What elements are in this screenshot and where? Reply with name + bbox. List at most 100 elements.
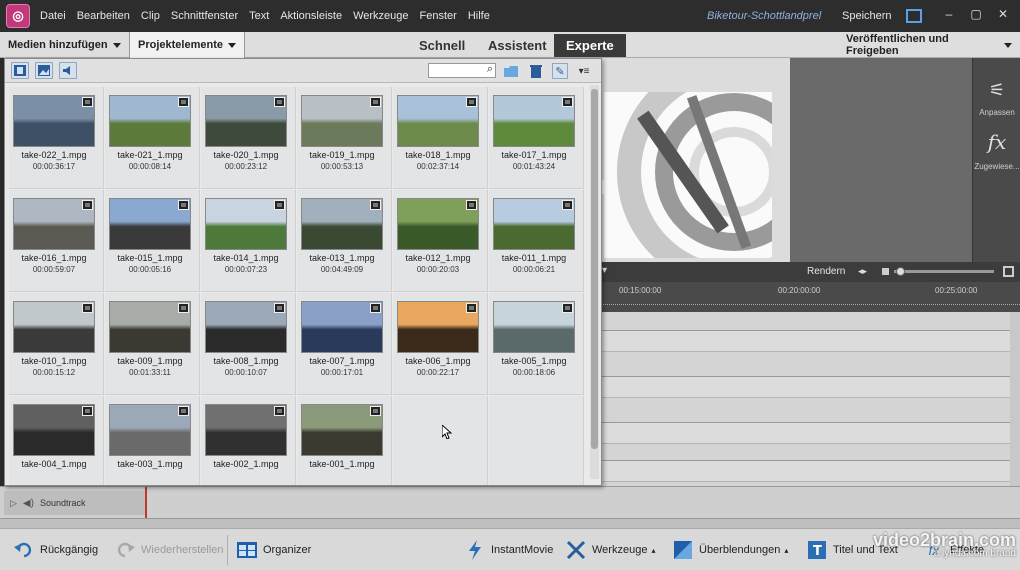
media-thumbnail[interactable]	[301, 95, 383, 147]
media-thumbnail[interactable]	[109, 301, 191, 353]
media-item[interactable]: take-013_1.mpg 00:04:49:09	[297, 190, 392, 292]
close-icon[interactable]: ✕	[995, 6, 1011, 22]
media-item[interactable]: take-021_1.mpg 00:00:08:14	[105, 87, 200, 189]
zoom-fit-icon[interactable]: ◂▸	[858, 266, 867, 277]
media-item[interactable]: take-007_1.mpg 00:00:17:01	[297, 293, 392, 395]
redo-button[interactable]: Wiederherstellen	[115, 529, 224, 570]
menu-bearbeiten[interactable]: Bearbeiten	[77, 10, 130, 22]
fullscreen-icon[interactable]	[906, 9, 922, 23]
media-thumbnail[interactable]	[397, 198, 479, 250]
media-thumbnail[interactable]	[301, 198, 383, 250]
media-item[interactable]: take-009_1.mpg 00:01:33:11	[105, 293, 200, 395]
tools-button[interactable]: Werkzeuge ▴	[566, 529, 655, 570]
filter-audio-button[interactable]	[59, 62, 77, 79]
media-item[interactable]: take-018_1.mpg 00:02:37:14	[393, 87, 488, 189]
media-thumbnail[interactable]	[205, 301, 287, 353]
adjust-icon[interactable]: ⚟	[973, 80, 1020, 101]
media-item[interactable]: take-003_1.mpg	[105, 396, 200, 485]
media-item[interactable]: take-014_1.mpg 00:00:07:23	[201, 190, 296, 292]
media-thumbnail[interactable]	[13, 301, 95, 353]
zoom-in-icon[interactable]	[1003, 266, 1014, 277]
media-item[interactable]: take-017_1.mpg 00:01:43:24	[489, 87, 584, 189]
media-item[interactable]: take-020_1.mpg 00:00:23:12	[201, 87, 296, 189]
media-thumbnail[interactable]	[13, 198, 95, 250]
media-thumbnail[interactable]	[397, 95, 479, 147]
add-media-button[interactable]: Medien hinzufügen	[0, 32, 129, 58]
media-thumbnail[interactable]	[205, 404, 287, 456]
minimize-icon[interactable]: –	[941, 6, 957, 22]
project-assets-button[interactable]: Projektelemente	[129, 32, 245, 58]
search-icon[interactable]: ⌕	[487, 63, 493, 76]
timeline-track[interactable]	[600, 422, 1010, 444]
tab-assistent[interactable]: Assistent	[476, 34, 559, 57]
media-item[interactable]: take-004_1.mpg	[9, 396, 104, 485]
media-thumbnail[interactable]	[397, 301, 479, 353]
media-item[interactable]: take-006_1.mpg 00:00:22:17	[393, 293, 488, 395]
media-thumbnail[interactable]	[13, 404, 95, 456]
menu-fenster[interactable]: Fenster	[420, 10, 457, 22]
timeline-scrollbar[interactable]	[1010, 312, 1020, 486]
media-item[interactable]: take-012_1.mpg 00:00:20:03	[393, 190, 488, 292]
marker-icon[interactable]: ▾	[602, 265, 607, 276]
tab-experte[interactable]: Experte	[554, 34, 626, 57]
menu-text[interactable]: Text	[249, 10, 269, 22]
soundtrack-header[interactable]: ▷ ◀) Soundtrack	[4, 491, 145, 515]
media-thumbnail[interactable]	[205, 95, 287, 147]
speaker-icon[interactable]: ◀)	[23, 498, 34, 509]
timeline-horizontal-scrollbar[interactable]	[0, 518, 1020, 528]
media-item[interactable]: take-019_1.mpg 00:00:53:13	[297, 87, 392, 189]
media-thumbnail[interactable]	[109, 95, 191, 147]
render-button[interactable]: Rendern	[807, 266, 845, 277]
instant-movie-button[interactable]: InstantMovie	[465, 529, 553, 570]
new-folder-icon[interactable]	[503, 63, 519, 79]
undo-button[interactable]: Rückgängig	[14, 529, 98, 570]
timeline-track[interactable]	[600, 376, 1010, 398]
media-thumbnail[interactable]	[493, 95, 575, 147]
zoom-out-icon[interactable]	[882, 268, 889, 275]
media-thumbnail[interactable]	[109, 198, 191, 250]
publish-button[interactable]: Veröffentlichen und Freigeben	[838, 32, 1020, 58]
menu-datei[interactable]: Datei	[40, 10, 66, 22]
media-item[interactable]: take-011_1.mpg 00:00:06:21	[489, 190, 584, 292]
fx-icon[interactable]: fx	[973, 130, 1020, 154]
menu-aktionsleiste[interactable]: Aktionsleiste	[280, 10, 342, 22]
media-item[interactable]: take-016_1.mpg 00:00:59:07	[9, 190, 104, 292]
media-item[interactable]: take-002_1.mpg	[201, 396, 296, 485]
tab-schnell[interactable]: Schnell	[407, 34, 477, 57]
expand-icon[interactable]: ▷	[10, 498, 17, 509]
menu-clip[interactable]: Clip	[141, 10, 160, 22]
media-item[interactable]: take-005_1.mpg 00:00:18:06	[489, 293, 584, 395]
menu-schnittfenster[interactable]: Schnittfenster	[171, 10, 238, 22]
media-item[interactable]: take-001_1.mpg	[297, 396, 392, 485]
filter-video-button[interactable]	[11, 62, 29, 79]
media-item[interactable]: take-022_1.mpg 00:00:36:17	[9, 87, 104, 189]
media-thumbnail[interactable]	[301, 301, 383, 353]
media-thumbnail[interactable]	[301, 404, 383, 456]
filter-image-button[interactable]	[35, 62, 53, 79]
zoom-slider[interactable]	[894, 270, 994, 273]
media-item[interactable]: take-015_1.mpg 00:00:05:16	[105, 190, 200, 292]
panel-menu-icon[interactable]: ▾≡	[576, 63, 592, 79]
playhead[interactable]	[145, 487, 147, 519]
timeline-track[interactable]	[600, 330, 1010, 352]
menu-werkzeuge[interactable]: Werkzeuge	[353, 10, 408, 22]
assets-scrollbar[interactable]	[590, 85, 599, 479]
media-item[interactable]: take-010_1.mpg 00:00:15:12	[9, 293, 104, 395]
timeline-track[interactable]	[600, 460, 1010, 482]
search-input[interactable]: ⌕	[428, 63, 496, 78]
zoom-slider-handle[interactable]	[896, 267, 905, 276]
media-thumbnail[interactable]	[13, 95, 95, 147]
media-thumbnail[interactable]	[493, 301, 575, 353]
media-thumbnail[interactable]	[493, 198, 575, 250]
media-item[interactable]: take-008_1.mpg 00:00:10:07	[201, 293, 296, 395]
save-button[interactable]: Speichern	[842, 10, 892, 22]
media-thumbnail[interactable]	[205, 198, 287, 250]
scrollbar-thumb[interactable]	[591, 89, 598, 449]
maximize-icon[interactable]: ▢	[968, 6, 984, 22]
pin-icon[interactable]: ✎	[552, 63, 568, 79]
menu-hilfe[interactable]: Hilfe	[468, 10, 490, 22]
organizer-button[interactable]: Organizer	[237, 529, 311, 570]
trash-icon[interactable]	[528, 63, 544, 79]
transitions-button[interactable]: Überblendungen ▴	[673, 529, 788, 570]
media-thumbnail[interactable]	[109, 404, 191, 456]
